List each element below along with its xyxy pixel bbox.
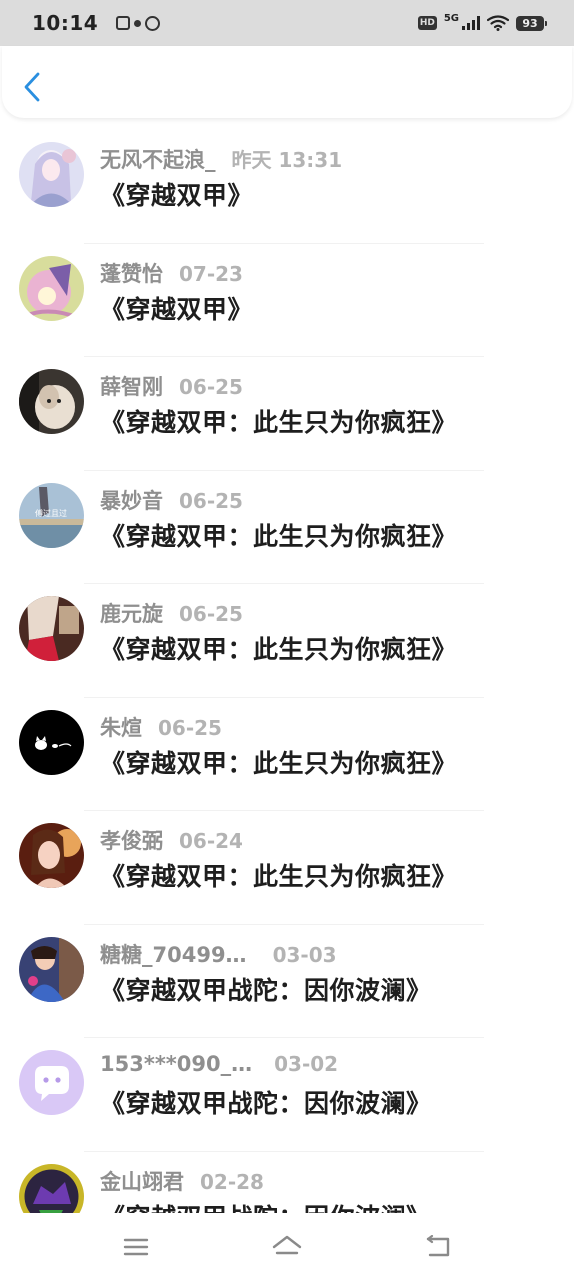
username[interactable]: 孝俊弼 xyxy=(100,825,163,855)
list-item[interactable]: 朱煊 06-25 《穿越双甲：此生只为你疯狂》 xyxy=(0,698,574,811)
avatar[interactable] xyxy=(19,1163,84,1213)
hd-icon: HD xyxy=(417,16,437,30)
list-item[interactable]: 傅过且过 暴妙音 06-25 《穿越双甲：此生只为你疯狂》 xyxy=(0,471,574,584)
status-time: 10:14 xyxy=(32,11,99,35)
timestamp: 06-25 xyxy=(158,715,222,740)
back-button[interactable] xyxy=(16,66,48,108)
menu-button[interactable] xyxy=(106,1222,166,1272)
screen: 10:14 HD 5G 93 无风不起浪_ 昨天 13:31 《穿越双甲》 蓬赞… xyxy=(0,0,574,1280)
timestamp: 03-03 xyxy=(272,942,337,967)
timestamp: 06-25 xyxy=(179,375,243,399)
list-item[interactable]: 153***090_… 03-02 《穿越双甲战陀：因你波澜》 xyxy=(0,1038,574,1152)
avatar[interactable] xyxy=(19,709,84,775)
book-title[interactable]: 《穿越双甲：此生只为你疯狂》 xyxy=(100,403,457,439)
avatar[interactable] xyxy=(19,255,84,321)
item-meta: 金山翊君 02-28 xyxy=(100,1166,264,1196)
status-right: HD 5G 93 xyxy=(417,13,547,32)
return-icon xyxy=(427,1234,450,1256)
book-title[interactable]: 《穿越双甲战陀：因你波澜》 xyxy=(100,1084,432,1120)
timestamp: 02-28 xyxy=(200,1169,264,1194)
dot-notification-icon xyxy=(134,19,142,27)
item-meta: 鹿元旋 06-25 xyxy=(100,598,243,628)
network-type: 5G xyxy=(443,13,459,24)
back-nav-button[interactable] xyxy=(408,1222,468,1272)
item-meta: 蓬赞怡 07-23 xyxy=(100,258,243,288)
status-bar: 10:14 HD 5G 93 xyxy=(0,0,574,46)
menu-icon xyxy=(123,1238,148,1255)
chevron-left-icon xyxy=(24,72,40,102)
item-meta: 孝俊弼 06-24 xyxy=(100,825,243,855)
default-avatar-icon xyxy=(19,1050,84,1115)
username[interactable]: 金山翊君 xyxy=(100,1166,184,1196)
item-meta: 薛智刚 06-25 xyxy=(100,371,243,401)
item-meta: 无风不起浪_ 昨天 13:31 xyxy=(100,144,342,174)
list-item[interactable]: 蓬赞怡 07-23 《穿越双甲》 xyxy=(0,244,574,357)
system-nav-bar xyxy=(0,1213,574,1280)
history-list[interactable]: 无风不起浪_ 昨天 13:31 《穿越双甲》 蓬赞怡 07-23 《穿越双甲》 … xyxy=(0,130,574,1213)
avatar[interactable]: 傅过且过 xyxy=(19,482,84,548)
avatar[interactable] xyxy=(19,936,84,1002)
username[interactable]: 薛智刚 xyxy=(100,371,163,401)
timestamp: 06-25 xyxy=(179,602,243,626)
book-title[interactable]: 《穿越双甲：此生只为你疯狂》 xyxy=(100,744,457,780)
book-title[interactable]: 《穿越双甲：此生只为你疯狂》 xyxy=(100,630,457,666)
list-item[interactable]: 无风不起浪_ 昨天 13:31 《穿越双甲》 xyxy=(0,130,574,244)
list-item[interactable]: 糖糖_70499… 03-03 《穿越双甲战陀：因你波澜》 xyxy=(0,925,574,1038)
header-bar xyxy=(2,46,572,118)
book-title[interactable]: 《穿越双甲》 xyxy=(100,290,253,326)
item-meta: 朱煊 06-25 xyxy=(100,712,222,742)
list-item[interactable]: 孝俊弼 06-24 《穿越双甲：此生只为你疯狂》 xyxy=(0,811,574,925)
username[interactable]: 无风不起浪_ xyxy=(100,144,216,174)
book-title[interactable]: 《穿越双甲战陀：因你波澜》 xyxy=(100,1198,432,1214)
list-item[interactable]: 鹿元旋 06-25 《穿越双甲：此生只为你疯狂》 xyxy=(0,584,574,698)
avatar[interactable] xyxy=(19,823,84,888)
username[interactable]: 鹿元旋 xyxy=(100,598,163,628)
gallery-notification-icon xyxy=(116,16,131,30)
username[interactable]: 朱煊 xyxy=(100,712,142,742)
book-title[interactable]: 《穿越双甲：此生只为你疯狂》 xyxy=(100,857,457,893)
timestamp: 06-25 xyxy=(179,488,243,513)
timestamp: 03-02 xyxy=(274,1052,339,1076)
timestamp: 06-24 xyxy=(179,829,243,853)
notification-icons xyxy=(116,15,161,31)
signal-icon xyxy=(462,16,480,30)
item-meta: 糖糖_70499… 03-03 xyxy=(100,939,337,969)
sync-notification-icon xyxy=(145,15,161,31)
avatar-text: 傅过且过 xyxy=(35,508,67,518)
list-item[interactable]: 金山翊君 02-28 《穿越双甲战陀：因你波澜》 xyxy=(0,1152,574,1214)
book-title[interactable]: 《穿越双甲战陀：因你波澜》 xyxy=(100,971,432,1007)
book-title[interactable]: 《穿越双甲：此生只为你疯狂》 xyxy=(100,517,457,553)
avatar[interactable] xyxy=(19,142,84,207)
list-item[interactable]: 薛智刚 06-25 《穿越双甲：此生只为你疯狂》 xyxy=(0,357,574,471)
avatar[interactable] xyxy=(19,369,84,434)
avatar[interactable] xyxy=(19,1050,84,1115)
item-meta: 暴妙音 06-25 xyxy=(100,485,243,515)
home-button[interactable] xyxy=(257,1222,317,1272)
timestamp: 07-23 xyxy=(179,261,243,286)
home-icon xyxy=(272,1235,302,1254)
book-title[interactable]: 《穿越双甲》 xyxy=(100,176,253,212)
username[interactable]: 蓬赞怡 xyxy=(100,258,163,288)
avatar[interactable] xyxy=(19,596,84,661)
battery-icon: 93 xyxy=(516,15,547,31)
username[interactable]: 153***090_… xyxy=(100,1052,252,1076)
item-meta: 153***090_… 03-02 xyxy=(100,1052,338,1076)
username[interactable]: 暴妙音 xyxy=(100,485,163,515)
wifi-icon xyxy=(487,15,509,31)
timestamp: 昨天 13:31 xyxy=(231,148,343,172)
username[interactable]: 糖糖_70499… xyxy=(100,939,247,969)
